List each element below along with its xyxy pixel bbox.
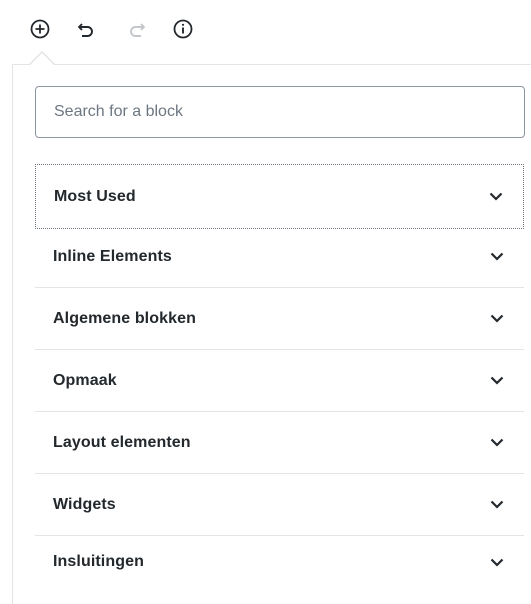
panel-label: Algemene blokken bbox=[53, 309, 196, 327]
info-button[interactable] bbox=[168, 14, 198, 44]
add-block-button[interactable] bbox=[25, 14, 55, 44]
panel-label: Widgets bbox=[53, 495, 116, 513]
plus-circle-icon bbox=[30, 19, 50, 39]
redo-button[interactable] bbox=[122, 14, 152, 44]
chevron-down-icon bbox=[488, 248, 506, 266]
chevron-down-icon bbox=[488, 310, 506, 328]
block-search-input[interactable] bbox=[35, 86, 525, 138]
panel-widgets[interactable]: Widgets bbox=[35, 474, 524, 536]
editor-toolbar bbox=[0, 0, 531, 60]
panel-label: Inline Elements bbox=[53, 247, 172, 265]
chevron-down-icon bbox=[488, 496, 506, 514]
undo-button[interactable] bbox=[71, 14, 101, 44]
panel-insluitingen[interactable]: Insluitingen bbox=[35, 536, 524, 588]
panel-label: Opmaak bbox=[53, 371, 117, 389]
info-icon bbox=[173, 19, 193, 39]
undo-icon bbox=[78, 23, 93, 37]
chevron-down-icon bbox=[488, 434, 506, 452]
panel-label: Layout elementen bbox=[53, 433, 191, 451]
chevron-down-icon bbox=[488, 553, 506, 571]
panel-algemene-blokken[interactable]: Algemene blokken bbox=[35, 288, 524, 350]
panel-opmaak[interactable]: Opmaak bbox=[35, 350, 524, 412]
panel-most-used[interactable]: Most Used bbox=[35, 164, 524, 229]
panel-layout-elementen[interactable]: Layout elementen bbox=[35, 412, 524, 474]
panel-label: Insluitingen bbox=[53, 553, 144, 570]
panel-label: Most Used bbox=[54, 187, 136, 205]
popover-arrow-fill bbox=[30, 53, 54, 65]
panel-inline-elements[interactable]: Inline Elements bbox=[35, 226, 524, 288]
chevron-down-icon bbox=[487, 188, 505, 206]
redo-icon bbox=[130, 23, 145, 37]
chevron-down-icon bbox=[488, 372, 506, 390]
